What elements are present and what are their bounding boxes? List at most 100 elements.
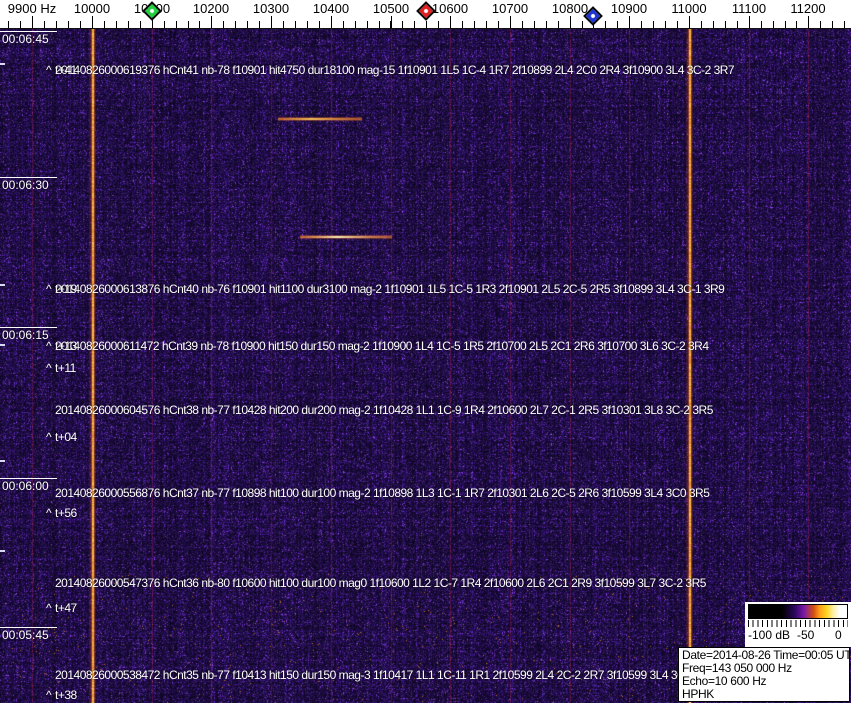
freq-minor-tick [832, 21, 833, 28]
freq-minor-tick [271, 21, 272, 28]
left-edge-tick [0, 344, 5, 346]
freq-label: 10400 [313, 1, 349, 16]
freq-minor-tick [80, 21, 81, 28]
freq-minor-tick [522, 21, 523, 28]
freq-minor-tick [653, 21, 654, 28]
freq-label: 10300 [253, 1, 289, 16]
detection-log-line: 20140826000611472 hCnt39 nb-78 f10900 hi… [55, 340, 709, 353]
freq-minor-tick [546, 21, 547, 28]
time-caret-icon: ^ [46, 283, 51, 296]
freq-minor-tick [665, 21, 666, 28]
freq-minor-tick [785, 21, 786, 28]
freq-minor-tick [414, 21, 415, 28]
freq-minor-tick [223, 21, 224, 28]
freq-label: 10700 [492, 1, 528, 16]
freq-minor-tick [570, 21, 571, 28]
freq-minor-tick [164, 21, 165, 28]
time-marker-label: t+47 [55, 602, 77, 615]
freq-minor-tick [211, 21, 212, 28]
freq-minor-tick [426, 21, 427, 28]
freq-minor-tick [438, 21, 439, 28]
freq-minor-tick [259, 21, 260, 28]
freq-minor-tick [713, 21, 714, 28]
freq-minor-tick [749, 21, 750, 28]
freq-minor-tick [343, 21, 344, 28]
detection-log-line: 20140826000604576 hCnt38 nb-77 f10428 hi… [55, 404, 713, 417]
time-marker-label: t+56 [55, 507, 77, 520]
detection-log-line: 20140826000547376 hCnt36 nb-80 f10600 hi… [55, 577, 706, 590]
freq-minor-tick [379, 21, 380, 28]
freq-minor-tick [474, 21, 475, 28]
time-axis-label: 00:05:45 [0, 627, 57, 642]
time-caret-icon: ^ [46, 602, 51, 615]
freq-minor-tick [247, 21, 248, 28]
freq-minor-tick [761, 21, 762, 28]
freq-minor-tick [582, 21, 583, 28]
freq-label: 11100 [732, 1, 766, 16]
freq-minor-tick [140, 21, 141, 28]
freq-minor-tick [188, 21, 189, 28]
freq-minor-tick [56, 21, 57, 28]
freq-minor-tick [307, 21, 308, 28]
freq-label: 11200 [790, 1, 825, 16]
freq-minor-tick [367, 21, 368, 28]
freq-label: 10200 [193, 1, 229, 16]
db-label-max: 0 [835, 628, 842, 642]
freq-minor-tick [498, 21, 499, 28]
freq-minor-tick [844, 21, 845, 28]
freq-minor-tick [331, 21, 332, 28]
freq-minor-tick [152, 21, 153, 28]
freq-minor-tick [402, 21, 403, 28]
freq-label: 9900 Hz [8, 1, 56, 16]
color-gradient-bar [748, 604, 848, 619]
detection-log-line: 20140826000556876 hCnt37 nb-77 f10898 hi… [55, 487, 709, 500]
time-marker-label: t+13 [55, 340, 77, 353]
freq-minor-tick [701, 21, 702, 28]
freq-minor-tick [199, 21, 200, 28]
status-info-box: Date=2014-08-26 Time=00:05 UTC Freq=143 … [678, 647, 850, 702]
freq-minor-tick [737, 21, 738, 28]
time-marker-label: t+19 [55, 283, 77, 296]
freq-minor-tick [283, 21, 284, 28]
freq-minor-tick [8, 21, 9, 28]
freq-minor-tick [235, 21, 236, 28]
freq-minor-tick [104, 21, 105, 28]
frequency-ruler: 9900 Hz100001010010200103001040010500106… [0, 0, 851, 29]
freq-minor-tick [558, 21, 559, 28]
freq-minor-tick [176, 21, 177, 28]
freq-minor-tick [510, 21, 511, 28]
freq-label: 10600 [432, 1, 468, 16]
detection-log-line: 20140826000538472 hCnt35 nb-77 f10413 hi… [55, 669, 691, 682]
time-marker-label: t+38 [55, 689, 77, 702]
time-axis-label: 00:06:45 [0, 31, 57, 46]
freq-label: 10000 [74, 1, 110, 16]
freq-minor-tick [390, 21, 391, 28]
spectrogram-canvas[interactable] [0, 28, 851, 703]
freq-minor-tick [128, 21, 129, 28]
time-marker-label: t+04 [55, 431, 77, 444]
time-caret-icon: ^ [46, 689, 51, 702]
time-caret-icon: ^ [46, 362, 51, 375]
freq-label: 11000 [671, 1, 706, 16]
status-station-id: HPHK [682, 688, 849, 701]
freq-label: 10900 [611, 1, 647, 16]
freq-minor-tick [116, 21, 117, 28]
freq-minor-tick [773, 21, 774, 28]
left-edge-tick [0, 460, 5, 462]
freq-minor-tick [462, 21, 463, 28]
left-edge-tick [0, 550, 5, 552]
freq-minor-tick [32, 21, 33, 28]
db-label-min: -100 dB [748, 628, 790, 642]
freq-minor-tick [629, 21, 630, 28]
freq-minor-tick [68, 21, 69, 28]
freq-minor-tick [92, 21, 93, 28]
db-label-mid: -50 [797, 628, 814, 642]
time-caret-icon: ^ [46, 431, 51, 444]
freq-minor-tick [20, 21, 21, 28]
db-color-scale: -100 dB -50 0 [745, 602, 851, 647]
freq-minor-tick [677, 21, 678, 28]
freq-minor-tick [450, 21, 451, 28]
freq-minor-tick [486, 21, 487, 28]
freq-minor-tick [295, 21, 296, 28]
detection-log-line: 20140826000619376 hCnt41 nb-78 f10901 hi… [55, 64, 734, 77]
